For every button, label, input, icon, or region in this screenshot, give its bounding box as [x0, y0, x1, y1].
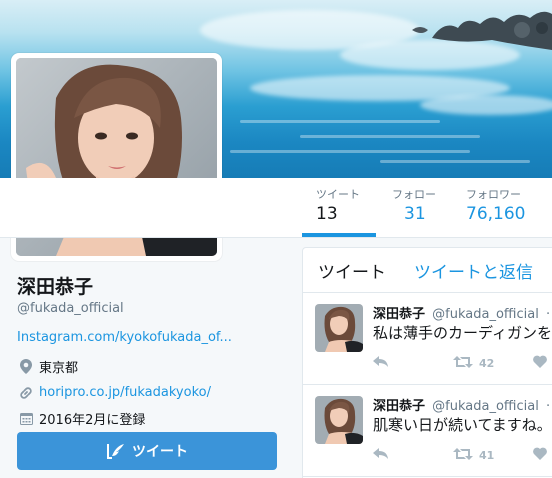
compose-tweet-label: ツイート — [132, 444, 188, 460]
retweet-count: 42 — [479, 356, 495, 370]
stat-following[interactable]: フォロー 31 — [392, 186, 436, 224]
tweet-actions: 41 — [373, 447, 547, 463]
reply-icon — [373, 355, 389, 371]
stat-following-value: 31 — [404, 204, 426, 224]
like-button[interactable] — [533, 447, 547, 463]
profile-page: ツイート 13 フォロー 31 フォロワー 76,160 深田恭子 @fukad… — [0, 0, 552, 478]
tweet-author-handle[interactable]: @fukada_official — [432, 307, 539, 322]
retweet-icon — [453, 355, 473, 371]
stat-followers-label: フォロワー — [466, 188, 521, 201]
like-button[interactable] — [533, 355, 547, 371]
active-stat-indicator — [302, 233, 376, 237]
tweet-item[interactable]: 深田恭子 @fukada_official · 5 私は薄手のカーディガンを 4… — [303, 293, 552, 385]
timeline: ツイート ツイートと返信 深田恭子 @fukada_official · 5 私… — [302, 247, 552, 478]
rocks-graphic — [412, 11, 552, 50]
retweet-button[interactable]: 41 — [453, 447, 533, 463]
stat-followers[interactable]: フォロワー 76,160 — [466, 186, 525, 224]
bio-link[interactable]: Instagram.com/kyokofukada_of... — [17, 330, 287, 345]
tweet-author-name[interactable]: 深田恭子 — [373, 307, 425, 322]
profile-card: 深田恭子 @fukada_official Instagram.com/kyok… — [17, 272, 287, 428]
joined-text: 2016年2月に登録 — [39, 413, 146, 428]
tweet-timestamp[interactable]: · 5 — [546, 399, 552, 414]
stat-tweets-label: ツイート — [316, 188, 360, 201]
profile-nav: ツイート 13 フォロー 31 フォロワー 76,160 — [0, 178, 552, 238]
map-pin-icon — [17, 359, 35, 374]
retweet-count: 41 — [479, 448, 495, 462]
joined-row: 2016年2月に登録 — [17, 409, 287, 428]
website-link[interactable]: horipro.co.jp/fukadakyoko/ — [39, 385, 211, 400]
tweet-item[interactable]: 深田恭子 @fukada_official · 5 肌寒い日が続いてますね。 4… — [303, 385, 552, 477]
tweet-timestamp[interactable]: · 5 — [546, 307, 552, 322]
profile-handle[interactable]: @fukada_official — [17, 301, 287, 316]
tweet-avatar[interactable] — [315, 304, 363, 352]
stat-tweets[interactable]: ツイート 13 — [316, 186, 360, 224]
tweet-text: 肌寒い日が続いてますね。 — [373, 416, 552, 434]
timeline-tabs: ツイート ツイートと返信 — [303, 248, 552, 293]
reply-icon — [373, 447, 389, 463]
tweet-actions: 42 — [373, 355, 547, 371]
location-text: 東京都 — [39, 361, 79, 376]
tab-tweets-and-replies[interactable]: ツイートと返信 — [414, 258, 533, 283]
tab-tweets[interactable]: ツイート — [318, 258, 386, 283]
link-icon — [17, 386, 35, 400]
heart-icon — [533, 447, 547, 463]
tweet-avatar[interactable] — [315, 396, 363, 444]
location-row: 東京都 — [17, 357, 287, 376]
stat-tweets-value: 13 — [316, 204, 338, 224]
stat-following-label: フォロー — [392, 188, 436, 201]
retweet-button[interactable]: 42 — [453, 355, 533, 371]
reply-button[interactable] — [373, 447, 453, 463]
calendar-icon — [17, 412, 35, 425]
tweet-author-name[interactable]: 深田恭子 — [373, 399, 425, 414]
profile-name[interactable]: 深田恭子 — [17, 272, 287, 299]
retweet-icon — [453, 447, 473, 463]
tweet-text: 私は薄手のカーディガンを — [373, 324, 552, 342]
tweet-header: 深田恭子 @fukada_official · 5 — [373, 303, 552, 322]
feather-icon — [106, 442, 126, 460]
stat-followers-value: 76,160 — [466, 204, 526, 224]
compose-tweet-button[interactable]: ツイート — [17, 432, 277, 470]
heart-icon — [533, 355, 547, 371]
reply-button[interactable] — [373, 355, 453, 371]
tweet-author-handle[interactable]: @fukada_official — [432, 399, 539, 414]
website-row: horipro.co.jp/fukadakyoko/ — [17, 385, 287, 400]
tweet-header: 深田恭子 @fukada_official · 5 — [373, 395, 552, 414]
